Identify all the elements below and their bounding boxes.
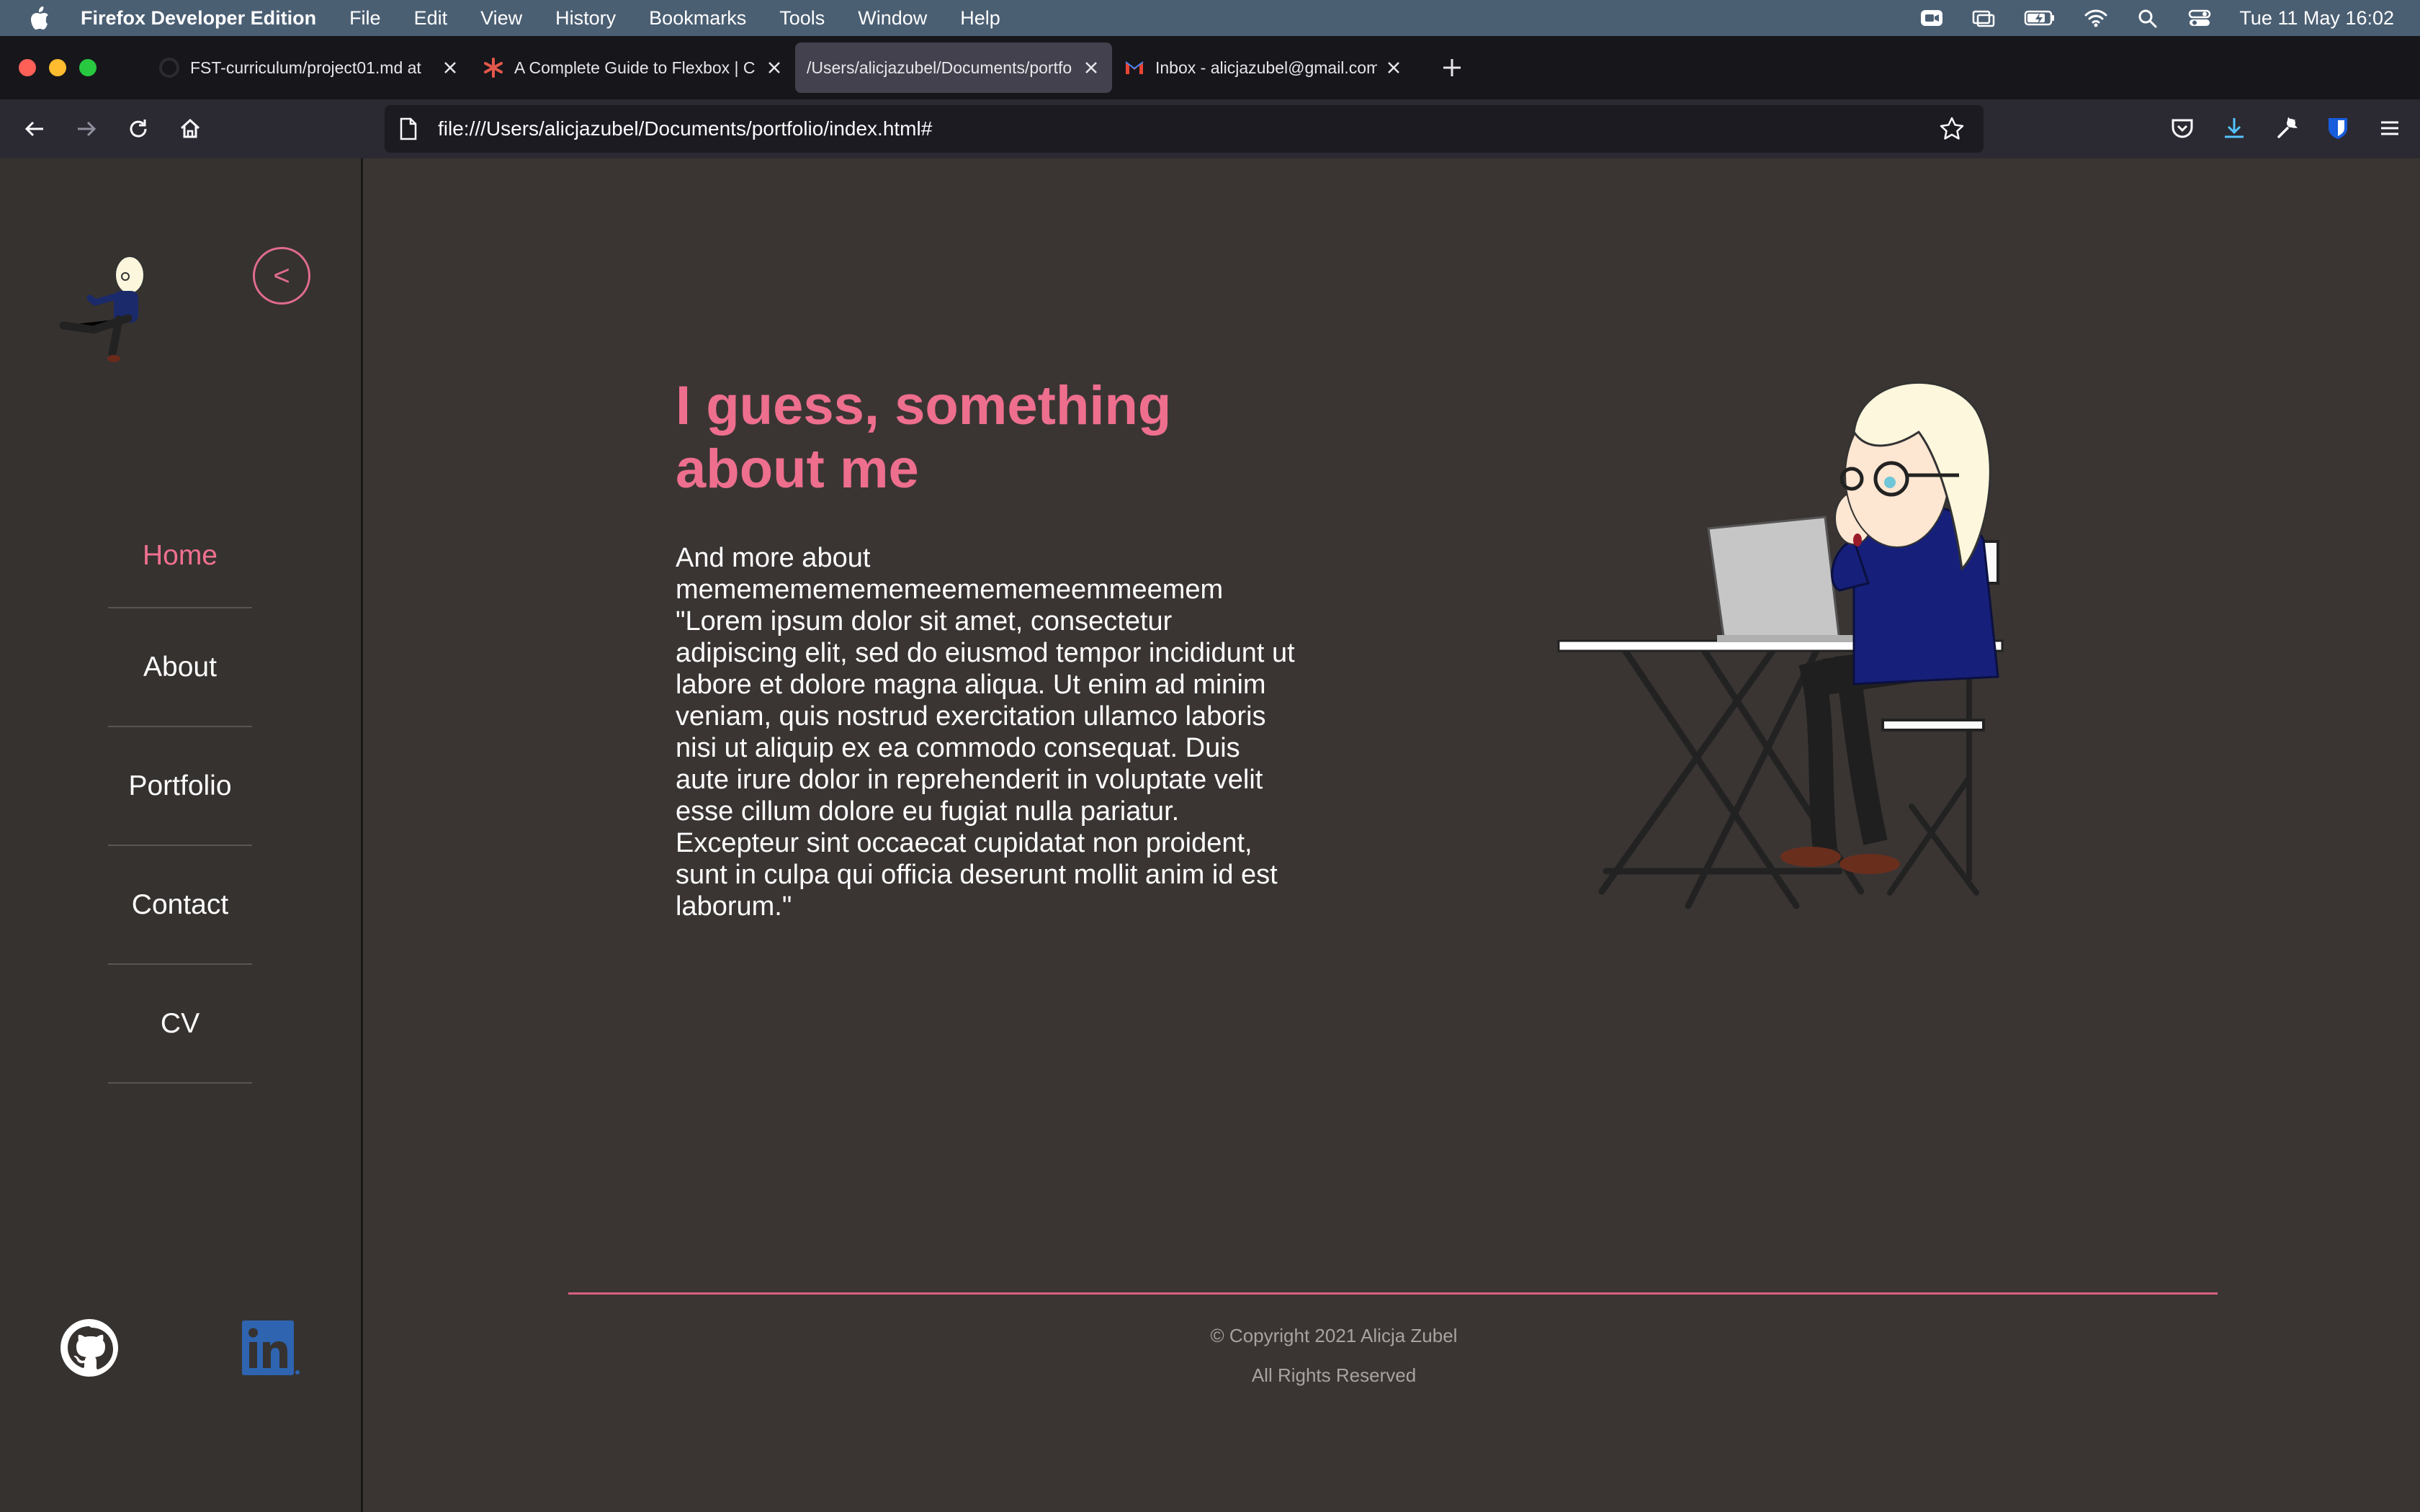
wifi-icon[interactable] — [2084, 7, 2108, 29]
menu-window[interactable]: Window — [858, 7, 927, 30]
sidebar-nav: Home About Portfolio Contact CV — [108, 518, 252, 1084]
menu-view[interactable]: View — [480, 7, 522, 30]
bio-paragraph: And more about mememememememeemememeemme… — [676, 543, 1295, 922]
battery-icon[interactable] — [2023, 7, 2056, 29]
footer-divider — [568, 1292, 2218, 1295]
nav-item-cv[interactable]: CV — [108, 965, 252, 1084]
window-controls — [19, 59, 97, 76]
tab-github[interactable]: FST-curriculum/project01.md at — [147, 42, 471, 93]
nav-item-contact[interactable]: Contact — [108, 846, 252, 965]
close-tab-icon[interactable] — [441, 58, 460, 77]
menu-app-name[interactable]: Firefox Developer Edition — [81, 7, 316, 30]
nav-item-about[interactable]: About — [108, 608, 252, 727]
menu-help[interactable]: Help — [960, 7, 1000, 30]
zoom-window-button[interactable] — [79, 59, 97, 76]
collapse-sidebar-button[interactable]: < — [253, 247, 310, 305]
avatar-at-laptop-illustration — [1557, 381, 2004, 909]
gmail-icon — [1125, 61, 1144, 74]
nav-item-home[interactable]: Home — [108, 504, 252, 608]
page-document-icon — [400, 117, 417, 140]
page-heading: I guess, something about me — [676, 375, 1172, 500]
tab-gmail-inbox[interactable]: Inbox - alicjazubel@gmail.com - — [1112, 42, 1415, 93]
screen-mirroring-icon[interactable] — [1971, 7, 1996, 29]
url-text[interactable]: file:///Users/alicjazubel/Documents/port… — [438, 117, 932, 140]
apple-logo-icon[interactable] — [29, 6, 50, 30]
footer-rights: All Rights Reserved — [1251, 1364, 1417, 1386]
reload-icon[interactable] — [125, 116, 151, 142]
new-tab-plus-icon[interactable] — [1439, 55, 1465, 81]
linkedin-icon[interactable] — [239, 1318, 300, 1378]
macos-menubar: Firefox Developer Edition File Edit View… — [0, 0, 2420, 36]
menu-tools[interactable]: Tools — [779, 7, 825, 30]
minimize-window-button[interactable] — [49, 59, 66, 76]
home-icon[interactable] — [177, 116, 203, 142]
browser-tab-strip: FST-curriculum/project01.md at A Complet… — [0, 36, 2420, 99]
main-content: I guess, something about me And more abo… — [363, 158, 2420, 1512]
menu-history[interactable]: History — [555, 7, 616, 30]
back-arrow-icon[interactable] — [22, 116, 48, 142]
tab-title: A Complete Guide to Flexbox | C — [514, 58, 756, 77]
menubar-status-area: Tue 11 May 16:02 — [1919, 7, 2394, 30]
tab-title: Inbox - alicjazubel@gmail.com - — [1155, 58, 1377, 77]
nav-item-portfolio[interactable]: Portfolio — [108, 727, 252, 846]
downloads-icon[interactable] — [2221, 115, 2247, 141]
avatar-kicking-illustration — [59, 256, 145, 362]
menu-file[interactable]: File — [349, 7, 381, 30]
tab-title: /Users/alicjazubel/Documents/portfo — [807, 58, 1072, 77]
close-tab-icon[interactable] — [1082, 58, 1101, 77]
footer-copyright: © Copyright 2021 Alicja Zubel — [1210, 1325, 1458, 1346]
tab-title: FST-curriculum/project01.md at — [190, 58, 421, 77]
browser-nav-bar: file:///Users/alicjazubel/Documents/port… — [0, 99, 2420, 158]
web-page: < Home About Portfolio Contact CV I gues… — [0, 158, 2420, 1512]
hamburger-menu-icon[interactable] — [2377, 115, 2403, 141]
pocket-icon[interactable] — [2169, 115, 2195, 141]
spotlight-search-icon[interactable] — [2136, 7, 2160, 29]
zoom-icon[interactable] — [1919, 7, 1944, 29]
github-icon[interactable] — [59, 1318, 120, 1378]
developer-tools-wrench-icon[interactable] — [2273, 115, 2299, 141]
bitwarden-shield-icon[interactable] — [2325, 115, 2351, 141]
tab-portfolio-active[interactable]: /Users/alicjazubel/Documents/portfo — [795, 42, 1112, 93]
address-bar[interactable]: file:///Users/alicjazubel/Documents/port… — [385, 105, 1984, 153]
bookmark-star-icon[interactable] — [1939, 116, 1965, 142]
toolbar-right-icons — [2169, 115, 2403, 141]
menu-edit[interactable]: Edit — [414, 7, 448, 30]
css-tricks-icon — [484, 58, 503, 78]
close-window-button[interactable] — [19, 59, 36, 76]
sidebar: < Home About Portfolio Contact CV — [0, 158, 363, 1512]
menubar-clock[interactable]: Tue 11 May 16:02 — [2239, 7, 2394, 30]
tab-flexbox-guide[interactable]: A Complete Guide to Flexbox | C — [471, 42, 795, 93]
control-center-icon[interactable] — [2187, 7, 2212, 29]
menu-bookmarks[interactable]: Bookmarks — [649, 7, 746, 30]
close-tab-icon[interactable] — [1384, 58, 1403, 77]
github-icon — [159, 58, 179, 78]
forward-arrow-icon[interactable] — [73, 116, 99, 142]
close-tab-icon[interactable] — [765, 58, 784, 77]
